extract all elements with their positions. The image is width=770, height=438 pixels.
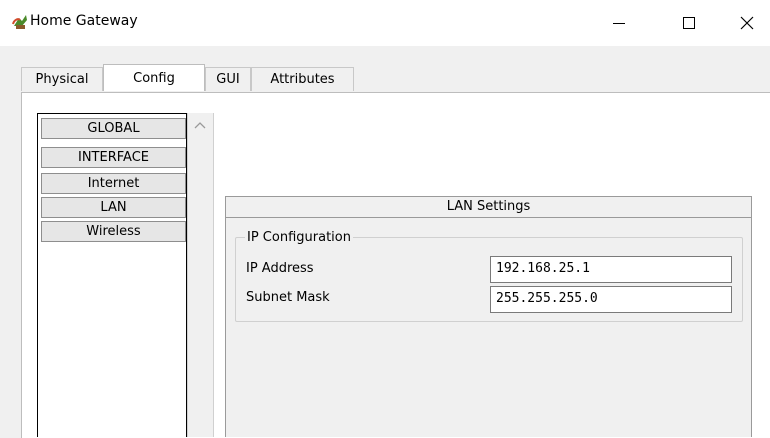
tab-config-label: Config <box>133 71 175 86</box>
close-button[interactable] <box>724 0 770 46</box>
title-bar: Home Gateway <box>0 0 770 46</box>
window-title: Home Gateway <box>30 13 138 29</box>
app-cactus-icon <box>10 12 30 32</box>
sidebar-item-internet[interactable]: Internet <box>41 173 186 194</box>
tab-gui[interactable]: GUI <box>205 67 251 91</box>
sidebar-item-global[interactable]: GLOBAL <box>41 118 186 139</box>
ip-address-label: IP Address <box>246 261 314 276</box>
nav-scrollbar[interactable] <box>187 113 214 437</box>
tab-config[interactable]: Config <box>103 64 205 91</box>
sidebar-item-label: INTERFACE <box>78 150 149 165</box>
minimize-button[interactable] <box>596 0 642 46</box>
sidebar-item-wireless[interactable]: Wireless <box>41 221 186 242</box>
close-icon <box>740 16 754 30</box>
ip-configuration-title: IP Configuration <box>245 230 353 245</box>
maximize-icon <box>683 17 695 29</box>
config-nav-list: GLOBAL INTERFACE Internet LAN Wireless <box>37 113 187 437</box>
sidebar-item-label: GLOBAL <box>87 121 140 136</box>
lan-settings-header: LAN Settings <box>226 197 751 218</box>
ip-address-field[interactable]: 192.168.25.1 <box>490 256 732 283</box>
sidebar-item-label: LAN <box>100 200 127 215</box>
maximize-button[interactable] <box>666 0 712 46</box>
subnet-mask-label: Subnet Mask <box>246 290 330 305</box>
sidebar-item-interface[interactable]: INTERFACE <box>41 147 186 168</box>
subnet-mask-field[interactable]: 255.255.255.0 <box>490 286 732 313</box>
tab-gui-label: GUI <box>216 72 240 87</box>
tab-physical-label: Physical <box>35 72 89 87</box>
sidebar-item-label: Internet <box>87 176 140 191</box>
sidebar-item-label: Wireless <box>86 224 141 239</box>
minimize-icon <box>613 22 625 24</box>
tab-attributes-label: Attributes <box>270 72 335 87</box>
tab-physical[interactable]: Physical <box>21 67 103 91</box>
tab-attributes[interactable]: Attributes <box>251 67 354 91</box>
sidebar-item-lan[interactable]: LAN <box>41 197 186 218</box>
chevron-up-icon[interactable] <box>194 118 206 133</box>
